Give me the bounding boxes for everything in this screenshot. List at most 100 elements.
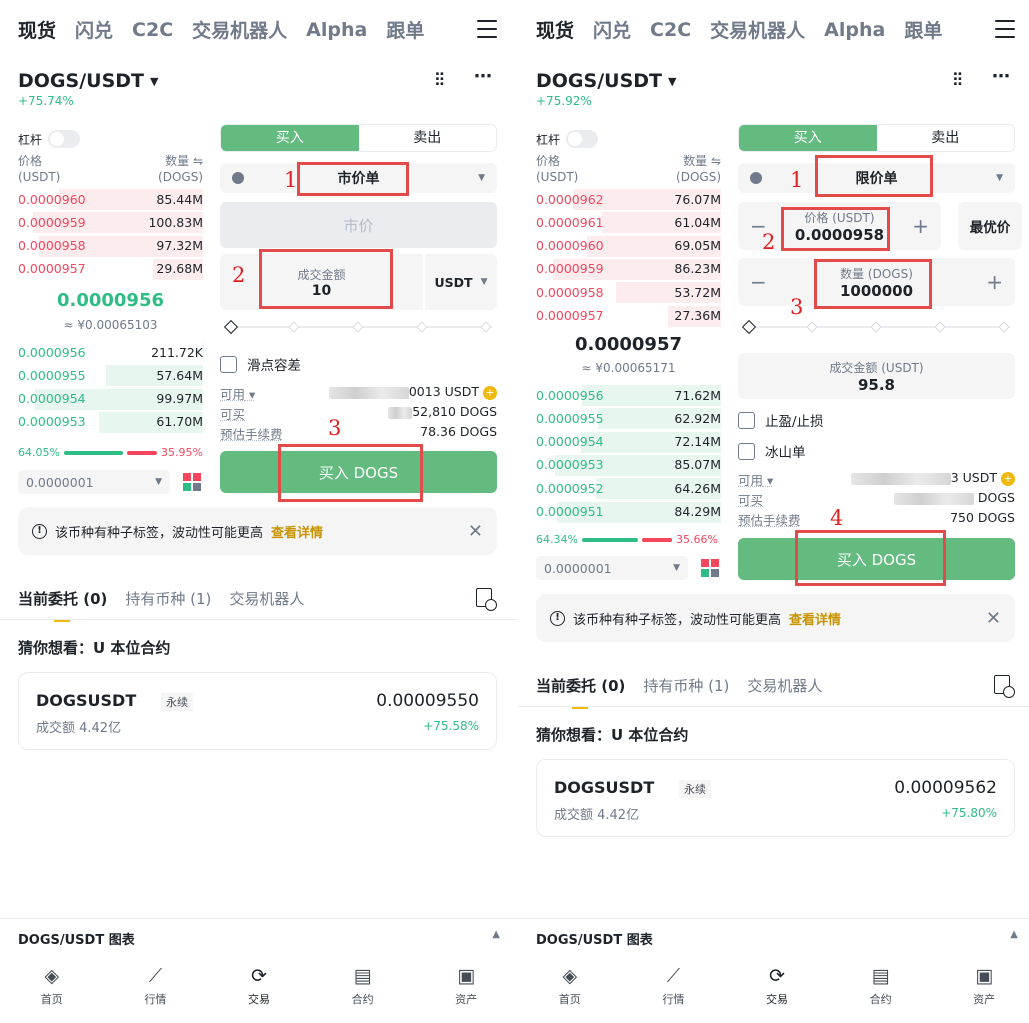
pair-selector[interactable]: DOGS/USDT ▼ bbox=[18, 70, 158, 92]
total-field[interactable]: 成交金额 (USDT) 95.8 bbox=[738, 353, 1015, 399]
slider-stop[interactable] bbox=[352, 321, 364, 333]
nav-tab-copy[interactable]: 跟单 bbox=[386, 16, 424, 43]
price-value[interactable]: 0.0000958 bbox=[795, 226, 884, 244]
buy-dogs-button[interactable]: 买入 DOGS bbox=[738, 538, 1015, 580]
nav-assets[interactable]: ▣ 资产 bbox=[932, 955, 1029, 1023]
leverage-toggle[interactable] bbox=[48, 130, 81, 148]
nav-tab-c2c[interactable]: C2C bbox=[132, 19, 173, 41]
ask-row[interactable]: 0.0000960 85.44M bbox=[18, 188, 203, 210]
amount-slider[interactable] bbox=[223, 319, 492, 335]
ob-qty-header[interactable]: 数量 ⇋ bbox=[158, 153, 203, 169]
candlestick-icon[interactable]: ⫶⫶ bbox=[953, 70, 962, 91]
tab-holdings[interactable]: 持有币种 (1) bbox=[125, 588, 211, 609]
tab-bots[interactable]: 交易机器人 bbox=[747, 675, 822, 696]
chart-drawer[interactable]: DOGS/USDT 图表 ▲ bbox=[518, 918, 1029, 954]
slider-stop[interactable] bbox=[870, 321, 882, 333]
nav-assets[interactable]: ▣ 资产 bbox=[414, 955, 518, 1023]
order-history-icon[interactable] bbox=[994, 675, 1015, 698]
slider-handle[interactable] bbox=[223, 319, 239, 335]
total-value[interactable]: 95.8 bbox=[858, 376, 895, 394]
ask-row[interactable]: 0.0000959 86.23M bbox=[536, 258, 721, 280]
ask-row[interactable]: 0.0000959 100.83M bbox=[18, 211, 203, 234]
bid-row[interactable]: 0.0000955 57.64M bbox=[18, 364, 203, 387]
more-icon[interactable]: ⋯ bbox=[474, 66, 492, 87]
tab-bots[interactable]: 交易机器人 bbox=[229, 588, 304, 609]
order-history-icon[interactable] bbox=[476, 588, 497, 611]
quantity-value[interactable]: 1000000 bbox=[840, 282, 913, 300]
ask-row[interactable]: 0.0000958 97.32M bbox=[18, 235, 203, 257]
bid-row[interactable]: 0.0000954 99.97M bbox=[18, 388, 203, 410]
slider-stop[interactable] bbox=[934, 321, 946, 333]
tab-open-orders[interactable]: 当前委托 (0) bbox=[536, 675, 625, 709]
plus-icon[interactable]: + bbox=[912, 214, 929, 238]
nav-tab-bots[interactable]: 交易机器人 bbox=[192, 16, 287, 43]
pair-selector[interactable]: DOGS/USDT ▼ bbox=[536, 70, 676, 92]
info-icon[interactable] bbox=[750, 172, 762, 184]
nav-tab-spot[interactable]: 现货 bbox=[18, 16, 56, 43]
add-funds-icon[interactable]: + bbox=[1001, 471, 1015, 486]
ask-row[interactable]: 0.0000960 69.05M bbox=[536, 235, 721, 257]
slider-stop[interactable] bbox=[806, 321, 818, 333]
precision-select[interactable]: 0.0000001 ▼ bbox=[536, 556, 688, 580]
ask-row[interactable]: 0.0000957 29.68M bbox=[18, 258, 203, 280]
close-icon[interactable]: ✕ bbox=[468, 521, 483, 542]
precision-select[interactable]: 0.0000001 ▼ bbox=[18, 470, 170, 494]
quantity-stepper[interactable]: − 数量 (DOGS) 1000000 + bbox=[738, 258, 1015, 306]
candlestick-icon[interactable]: ⫶⫶ bbox=[435, 70, 444, 91]
bid-row[interactable]: 0.0000955 62.92M bbox=[536, 407, 721, 430]
bid-row[interactable]: 0.0000953 85.07M bbox=[536, 454, 721, 476]
ask-row[interactable]: 0.0000957 27.36M bbox=[536, 305, 721, 327]
bid-row[interactable]: 0.0000953 61.70M bbox=[18, 411, 203, 433]
bid-row[interactable]: 0.0000954 72.14M bbox=[536, 431, 721, 453]
nav-trade[interactable]: ⟳ 交易 bbox=[725, 955, 829, 1023]
sell-tab[interactable]: 卖出 bbox=[877, 125, 1015, 151]
slider-stop[interactable] bbox=[416, 321, 428, 333]
amount-field[interactable]: 成交金额 10 USDT ▼ bbox=[220, 254, 497, 310]
nav-tab-alpha[interactable]: Alpha bbox=[824, 19, 885, 41]
ask-row[interactable]: 0.0000962 76.07M bbox=[536, 188, 721, 210]
notice-details-link[interactable]: 查看详情 bbox=[789, 609, 841, 628]
plus-icon[interactable]: + bbox=[986, 270, 1003, 294]
slider-stop[interactable] bbox=[480, 321, 492, 333]
orderbook-layout-icon[interactable] bbox=[701, 559, 719, 577]
amount-unit-select[interactable]: USDT ▼ bbox=[423, 254, 497, 310]
best-price-button[interactable]: 最优价 bbox=[958, 202, 1022, 250]
fee-label[interactable]: 预估手续费 bbox=[220, 424, 283, 443]
bid-row[interactable]: 0.0000952 64.26M bbox=[536, 477, 721, 500]
slippage-option[interactable]: 滑点容差 bbox=[220, 354, 301, 374]
sell-tab[interactable]: 卖出 bbox=[359, 125, 497, 151]
nav-tab-c2c[interactable]: C2C bbox=[650, 19, 691, 41]
nav-futures[interactable]: ▤ 合约 bbox=[829, 955, 933, 1023]
amount-slider[interactable] bbox=[741, 319, 1010, 335]
nav-markets[interactable]: ⟋ 行情 bbox=[104, 955, 208, 1023]
minus-icon[interactable]: − bbox=[750, 270, 767, 294]
bid-row[interactable]: 0.0000956 211.72K bbox=[18, 341, 203, 363]
nav-tab-alpha[interactable]: Alpha bbox=[306, 19, 367, 41]
order-type-select[interactable]: 限价单 ▼ bbox=[738, 163, 1015, 193]
more-icon[interactable]: ⋯ bbox=[992, 66, 1010, 87]
buy-tab[interactable]: 买入 bbox=[221, 125, 359, 151]
buy-tab[interactable]: 买入 bbox=[739, 125, 877, 151]
slider-stop[interactable] bbox=[998, 321, 1010, 333]
chart-drawer[interactable]: DOGS/USDT 图表 ▲ bbox=[0, 918, 518, 954]
recommend-card[interactable]: DOGSUSDT 永续 成交额 4.42亿 0.00009550 +75.58% bbox=[18, 672, 497, 750]
order-type-select[interactable]: 市价单 ▼ bbox=[220, 163, 497, 193]
nav-tab-convert[interactable]: 闪兑 bbox=[75, 16, 113, 43]
nav-tab-bots[interactable]: 交易机器人 bbox=[710, 16, 805, 43]
tab-holdings[interactable]: 持有币种 (1) bbox=[643, 675, 729, 696]
bid-row[interactable]: 0.0000951 84.29M bbox=[536, 501, 721, 523]
tab-open-orders[interactable]: 当前委托 (0) bbox=[18, 588, 107, 622]
ob-qty-header[interactable]: 数量 ⇋ bbox=[676, 153, 721, 169]
menu-icon[interactable] bbox=[995, 20, 1015, 38]
slider-handle[interactable] bbox=[741, 319, 757, 335]
nav-markets[interactable]: ⟋ 行情 bbox=[622, 955, 726, 1023]
bid-row[interactable]: 0.0000956 71.62M bbox=[536, 384, 721, 406]
nav-tab-copy[interactable]: 跟单 bbox=[904, 16, 942, 43]
iceberg-option[interactable]: 冰山单 bbox=[738, 441, 806, 461]
menu-icon[interactable] bbox=[477, 20, 497, 38]
recommend-card[interactable]: DOGSUSDT 永续 成交额 4.42亿 0.00009562 +75.80% bbox=[536, 759, 1015, 837]
slider-stop[interactable] bbox=[288, 321, 300, 333]
nav-home[interactable]: ◈ 首页 bbox=[518, 955, 622, 1023]
ask-row[interactable]: 0.0000958 53.72M bbox=[536, 281, 721, 304]
close-icon[interactable]: ✕ bbox=[986, 608, 1001, 629]
